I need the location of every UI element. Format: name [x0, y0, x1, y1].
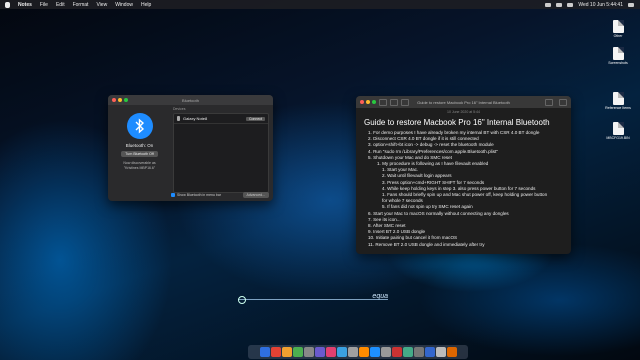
- notes-titlebar[interactable]: Guide to restore Macbook Pro 16" Interna…: [356, 96, 571, 108]
- status-area: Wed 10 Jun 5:44:41: [545, 2, 634, 8]
- devices-panel: Devices Galaxy Note8 Connect: [173, 107, 269, 193]
- device-row[interactable]: Galaxy Note8 Connect: [174, 114, 268, 124]
- dock: [248, 345, 468, 359]
- wallpaper-graphic: equa: [238, 286, 388, 316]
- dock-app-icon[interactable]: [435, 347, 446, 357]
- menu-file[interactable]: File: [40, 2, 48, 8]
- dock-app-icon[interactable]: [325, 347, 336, 357]
- apple-menu-icon[interactable]: [5, 1, 10, 8]
- dock-app-icon[interactable]: [314, 347, 325, 357]
- bluetooth-window: Bluetooth Bluetooth: On Turn Bluetooth O…: [108, 95, 273, 201]
- dock-app-icon[interactable]: [292, 347, 303, 357]
- window-title: Guide to restore Macbook Pro 16" Interna…: [417, 99, 510, 105]
- dock-app-icon[interactable]: [369, 347, 380, 357]
- desktop-icon-reference[interactable]: Reference Items: [603, 92, 633, 110]
- devices-list[interactable]: Galaxy Note8 Connect: [173, 113, 269, 193]
- connect-button[interactable]: Connect: [245, 116, 265, 121]
- dock-app-icon[interactable]: [402, 347, 413, 357]
- dock-app-icon[interactable]: [413, 347, 424, 357]
- bluetooth-footer: Show Bluetooth in menu bar Advanced...: [171, 192, 269, 198]
- discoverable-text: Now discoverable as "Kristines MBP16.6": [123, 161, 155, 171]
- menu-help[interactable]: Help: [141, 2, 151, 8]
- desktop-icon-label: MBCFG19.BIN: [606, 136, 630, 140]
- dock-app-icon[interactable]: [281, 347, 292, 357]
- devices-header: Devices: [173, 107, 186, 111]
- desktop-icon-screenshots[interactable]: Screenshots: [603, 47, 633, 65]
- dock-app-icon[interactable]: [391, 347, 402, 357]
- notes-window: Guide to restore Macbook Pro 16" Interna…: [356, 96, 571, 254]
- bluetooth-icon: [126, 113, 153, 139]
- battery-icon[interactable]: [567, 2, 574, 7]
- dock-app-icon[interactable]: [336, 347, 347, 357]
- window-title: Bluetooth: [182, 97, 199, 103]
- desktop-icon-label: Screenshots: [608, 61, 628, 65]
- bluetooth-status-icon[interactable]: [556, 2, 563, 7]
- bluetooth-titlebar[interactable]: Bluetooth: [108, 95, 273, 105]
- menu-window[interactable]: Window: [115, 2, 133, 8]
- note-body[interactable]: Guide to restore Macbook Pro 16" Interna…: [356, 114, 571, 250]
- document-icon: [612, 20, 624, 33]
- dock-app-icon[interactable]: [446, 347, 457, 357]
- document-icon: [612, 122, 624, 135]
- menu-view[interactable]: View: [96, 2, 107, 8]
- desktop-icon-other[interactable]: Other: [603, 20, 633, 38]
- wallpaper-line: [238, 299, 388, 300]
- wallpaper-text: equa: [372, 293, 388, 300]
- document-icon: [612, 92, 624, 105]
- menu-format[interactable]: Format: [73, 2, 89, 8]
- desktop-icon-bin[interactable]: MBCFG19.BIN: [603, 122, 633, 140]
- dock-app-icon[interactable]: [303, 347, 314, 357]
- show-in-menubar-checkbox[interactable]: [171, 193, 175, 197]
- menu-app-name[interactable]: Notes: [18, 2, 32, 8]
- desktop-icon-label: Other: [613, 34, 623, 38]
- menu-bar: Notes File Edit Format View Window Help …: [0, 0, 640, 9]
- phone-icon: [177, 116, 180, 121]
- menu-edit[interactable]: Edit: [56, 2, 65, 8]
- search-icon[interactable]: [628, 2, 634, 7]
- desktop-icon-label: Reference Items: [605, 106, 631, 110]
- dock-app-icon[interactable]: [347, 347, 358, 357]
- dock-app-icon[interactable]: [380, 347, 391, 357]
- wallpaper-circle: [238, 296, 246, 304]
- dock-app-icon[interactable]: [270, 347, 281, 357]
- wifi-icon[interactable]: [545, 2, 552, 7]
- turn-bluetooth-off-button[interactable]: Turn Bluetooth Off: [121, 151, 158, 157]
- note-heading: Guide to restore Macbook Pro 16" Interna…: [364, 118, 550, 127]
- advanced-button[interactable]: Advanced...: [242, 192, 269, 198]
- dock-app-icon[interactable]: [358, 347, 369, 357]
- show-in-menubar-label: Show Bluetooth in menu bar: [177, 193, 221, 197]
- clock[interactable]: Wed 10 Jun 5:44:41: [578, 2, 623, 8]
- folder-icon: [612, 47, 624, 60]
- discoverable-name: "Kristines MBP16.6": [123, 166, 156, 170]
- bluetooth-status-panel: Bluetooth: On Turn Bluetooth Off Now dis…: [108, 105, 171, 189]
- dock-app-icon[interactable]: [259, 347, 270, 357]
- note-line: 11. Remove BT 2.0 USB dongle and immedia…: [368, 241, 485, 247]
- dock-app-icon[interactable]: [424, 347, 435, 357]
- device-name: Galaxy Note8: [183, 116, 208, 121]
- bluetooth-state: Bluetooth: On: [125, 143, 154, 148]
